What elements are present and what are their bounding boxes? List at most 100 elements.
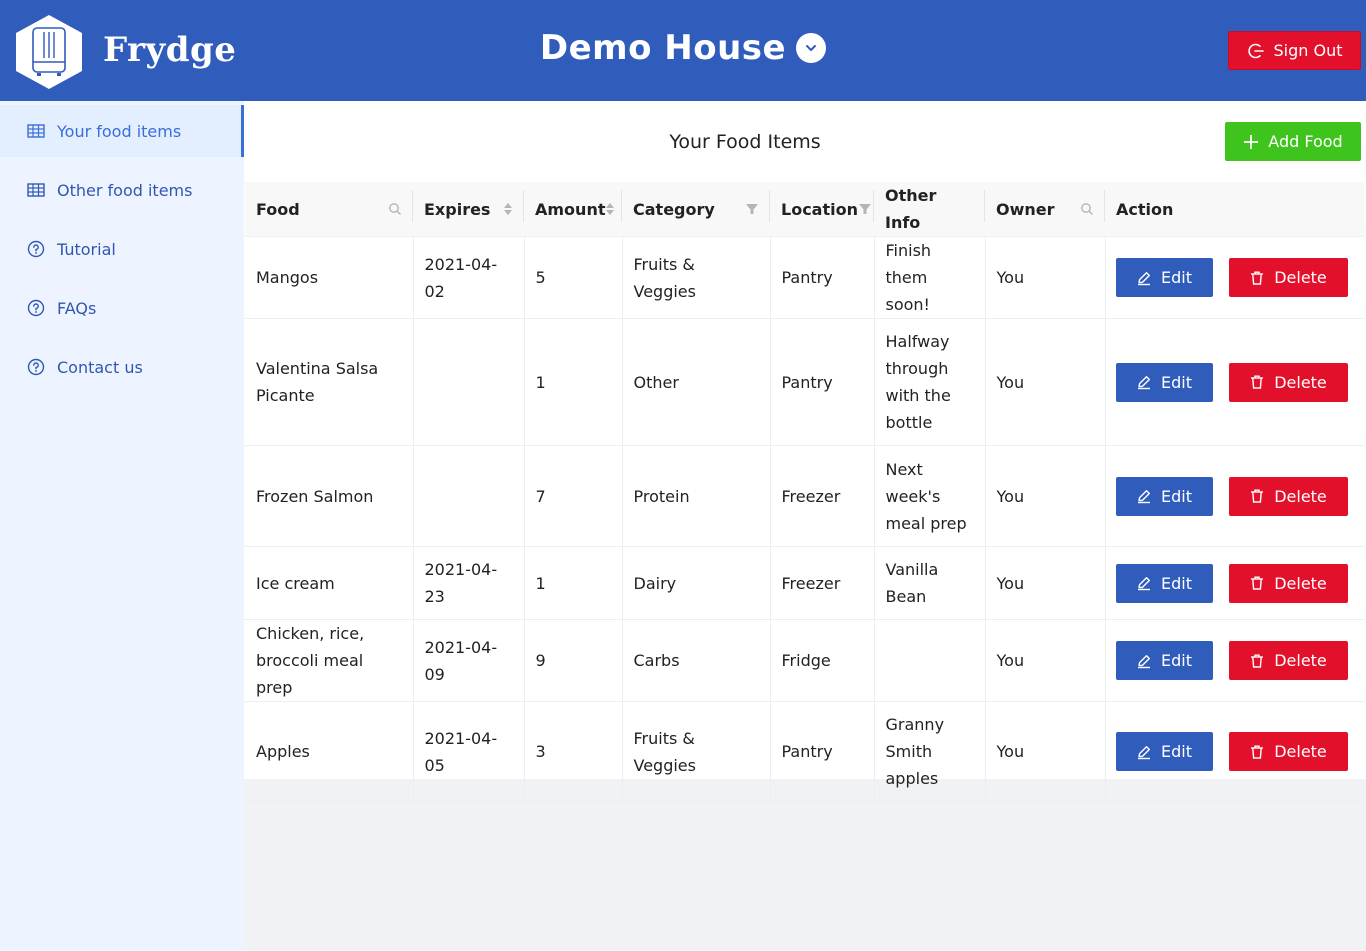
cell-expires: 2021-04-02 — [413, 236, 525, 319]
pencil-icon — [1138, 376, 1150, 390]
fridge-logo-icon[interactable] — [14, 14, 84, 90]
cell-amount: 3 — [524, 701, 623, 802]
trash-icon — [1251, 576, 1264, 590]
delete-button[interactable]: Delete — [1228, 476, 1348, 516]
cell-other-info: Finish them soon! — [874, 236, 986, 319]
edit-label: Edit — [1161, 486, 1192, 506]
cell-expires: 2021-04-05 — [413, 701, 525, 802]
cell-owner: You — [985, 445, 1106, 547]
question-circle-icon — [27, 240, 45, 258]
edit-button[interactable]: Edit — [1115, 732, 1213, 771]
cell-location: Pantry — [770, 701, 875, 802]
cell-owner: You — [985, 546, 1106, 620]
edit-button[interactable]: Edit — [1115, 362, 1213, 402]
cell-category: Carbs — [622, 619, 771, 702]
delete-label: Delete — [1274, 573, 1327, 593]
page-title: Your Food Items — [669, 131, 821, 153]
delete-button[interactable]: Delete — [1228, 258, 1348, 297]
sidebar-item-label: Your food items — [57, 121, 182, 141]
cell-category: Dairy — [622, 546, 771, 620]
table-icon — [27, 122, 45, 140]
column-header-label: Action — [1116, 199, 1174, 219]
sidebar-item-tutorial[interactable]: Tutorial — [0, 223, 244, 275]
cell-other-info: Granny Smith apples — [874, 701, 986, 802]
delete-button[interactable]: Delete — [1228, 563, 1348, 603]
app-header: Frydge Demo House Sign Out — [0, 0, 1366, 101]
cell-amount: 9 — [524, 619, 623, 702]
edit-label: Edit — [1161, 573, 1192, 593]
edit-button[interactable]: Edit — [1115, 258, 1213, 297]
house-selector[interactable]: Demo House — [540, 28, 827, 68]
pencil-icon — [1138, 654, 1150, 668]
delete-label: Delete — [1274, 268, 1327, 287]
cell-category: Protein — [622, 445, 771, 547]
cell-location: Pantry — [770, 236, 875, 319]
cell-location: Pantry — [770, 318, 875, 446]
cell-expires — [413, 445, 525, 547]
delete-label: Delete — [1274, 651, 1327, 670]
column-header-amount[interactable]: Amount — [524, 182, 622, 237]
cell-location: Freezer — [770, 546, 875, 620]
column-header-expires[interactable]: Expires — [413, 182, 524, 237]
cell-other-info: Vanilla Bean — [874, 546, 986, 620]
sidebar-item-label: Tutorial — [57, 239, 116, 259]
cell-other-info: Next week's meal prep — [874, 445, 986, 547]
cell-food: Valentina Salsa Picante — [245, 318, 414, 446]
cell-owner: You — [985, 236, 1106, 319]
delete-button[interactable]: Delete — [1228, 732, 1348, 771]
cell-expires — [413, 318, 525, 446]
add-food-button[interactable]: Add Food — [1225, 122, 1361, 161]
cell-action: Edit Delete — [1105, 701, 1364, 802]
edit-button[interactable]: Edit — [1115, 641, 1213, 680]
sign-out-button[interactable]: Sign Out — [1228, 31, 1361, 70]
sidebar-item-your-food-items[interactable]: Your food items — [0, 105, 244, 157]
sidebar-item-label: Other food items — [57, 180, 193, 200]
delete-label: Delete — [1274, 372, 1327, 392]
table-row: Apples 2021-04-05 3 Fruits & Veggies Pan… — [245, 701, 1364, 802]
cell-other-info — [874, 619, 986, 702]
sort-icon[interactable] — [503, 201, 513, 217]
cell-food: Mangos — [245, 236, 414, 319]
cell-category: Fruits & Veggies — [622, 701, 771, 802]
sidebar-item-faqs[interactable]: FAQs — [0, 282, 244, 334]
sidebar-item-other-food-items[interactable]: Other food items — [0, 164, 244, 216]
search-icon[interactable] — [1080, 202, 1094, 216]
brand-name: Frydge — [103, 30, 237, 70]
cell-owner: You — [985, 701, 1106, 802]
sidebar-item-contact-us[interactable]: Contact us — [0, 341, 244, 393]
sign-out-label: Sign Out — [1273, 41, 1343, 60]
filter-icon[interactable] — [858, 202, 872, 216]
delete-button[interactable]: Delete — [1228, 641, 1348, 680]
cell-category: Fruits & Veggies — [622, 236, 771, 319]
search-icon[interactable] — [388, 202, 402, 216]
column-header-owner: Owner — [985, 182, 1105, 237]
chevron-down-icon[interactable] — [796, 33, 827, 63]
filter-icon[interactable] — [745, 202, 759, 216]
column-header-label: Other Info — [885, 186, 937, 232]
delete-button[interactable]: Delete — [1228, 362, 1348, 402]
delete-label: Delete — [1274, 486, 1327, 506]
edit-label: Edit — [1161, 268, 1192, 287]
edit-button[interactable]: Edit — [1115, 563, 1213, 603]
question-circle-icon — [27, 299, 45, 317]
sidebar-item-label: Contact us — [57, 357, 143, 377]
cell-action: Edit Delete — [1105, 318, 1364, 446]
column-header-label: Location — [781, 199, 858, 219]
table-row: Mangos 2021-04-02 5 Fruits & Veggies Pan… — [245, 236, 1364, 319]
cell-other-info: Halfway through with the bottle — [874, 318, 986, 446]
cell-location: Fridge — [770, 619, 875, 702]
cell-action: Edit Delete — [1105, 236, 1364, 319]
cell-amount: 7 — [524, 445, 623, 547]
table-header-row: Food Expires Amount Category Location Ot… — [245, 182, 1364, 237]
delete-label: Delete — [1274, 742, 1327, 761]
column-header-other-info: Other Info — [874, 182, 985, 237]
edit-button[interactable]: Edit — [1115, 476, 1213, 516]
column-header-label: Expires — [424, 199, 491, 219]
column-header-category: Category — [622, 182, 770, 237]
sort-icon[interactable] — [605, 201, 615, 217]
trash-icon — [1251, 489, 1264, 503]
cell-expires: 2021-04-09 — [413, 619, 525, 702]
cell-location: Freezer — [770, 445, 875, 547]
add-food-label: Add Food — [1268, 132, 1343, 151]
column-header-label: Amount — [535, 199, 606, 219]
